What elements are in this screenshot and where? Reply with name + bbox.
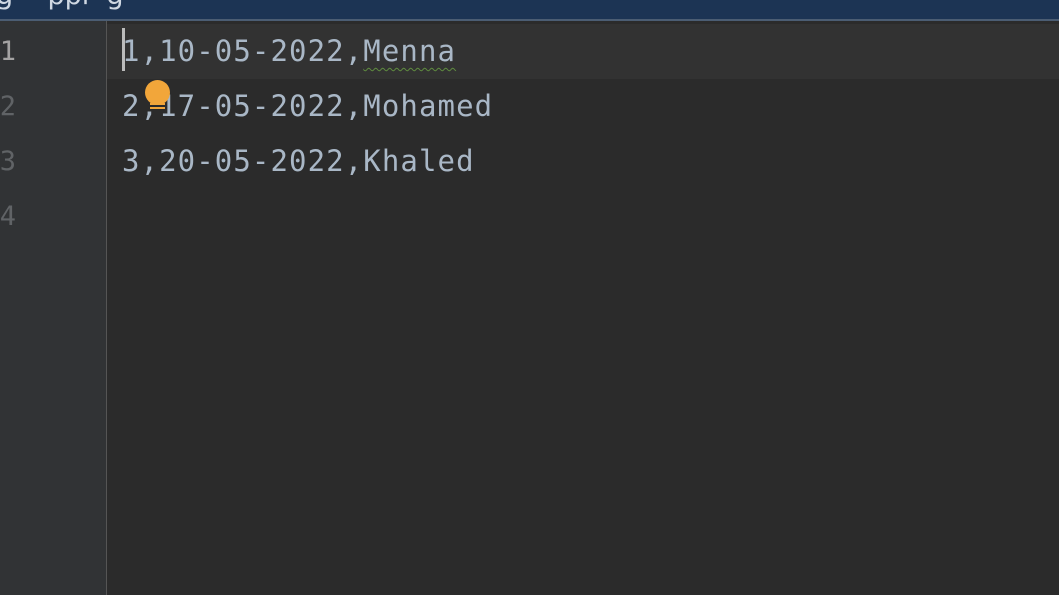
line-number-4[interactable]: 4 bbox=[0, 189, 16, 244]
code-line-prefix: 3,20-05-2022, bbox=[122, 144, 364, 178]
code-line-name: Mohamed bbox=[363, 89, 494, 123]
code-line-text: 1,10-05-2022,Menna bbox=[122, 24, 456, 79]
code-line-name-misspelled[interactable]: Menna bbox=[363, 34, 456, 68]
title-bar: g ppi g bbox=[0, 0, 1059, 19]
code-line-2[interactable]: 2,17-05-2022,Mohamed bbox=[107, 79, 1059, 134]
code-line-prefix: 1,10-05-2022, bbox=[122, 34, 364, 68]
code-line-text: 3,20-05-2022,Khaled bbox=[122, 134, 475, 189]
text-caret bbox=[122, 28, 125, 71]
code-line-text: 2,17-05-2022,Mohamed bbox=[122, 79, 493, 134]
title-bar-text: g ppi g bbox=[0, 0, 124, 12]
code-line-4[interactable] bbox=[107, 189, 1059, 244]
code-line-3[interactable]: 3,20-05-2022,Khaled bbox=[107, 134, 1059, 189]
code-line-1[interactable]: 1,10-05-2022,Menna bbox=[107, 24, 1059, 79]
line-number-1[interactable]: 1 bbox=[0, 24, 16, 79]
lightbulb-icon-base[interactable] bbox=[150, 103, 165, 105]
lightbulb-icon-globe[interactable] bbox=[145, 80, 170, 105]
line-number-gutter[interactable]: 1 2 3 4 bbox=[0, 21, 106, 595]
line-number-3[interactable]: 3 bbox=[0, 134, 16, 189]
line-number-2[interactable]: 2 bbox=[0, 79, 16, 134]
code-line-name: Khaled bbox=[363, 144, 475, 178]
